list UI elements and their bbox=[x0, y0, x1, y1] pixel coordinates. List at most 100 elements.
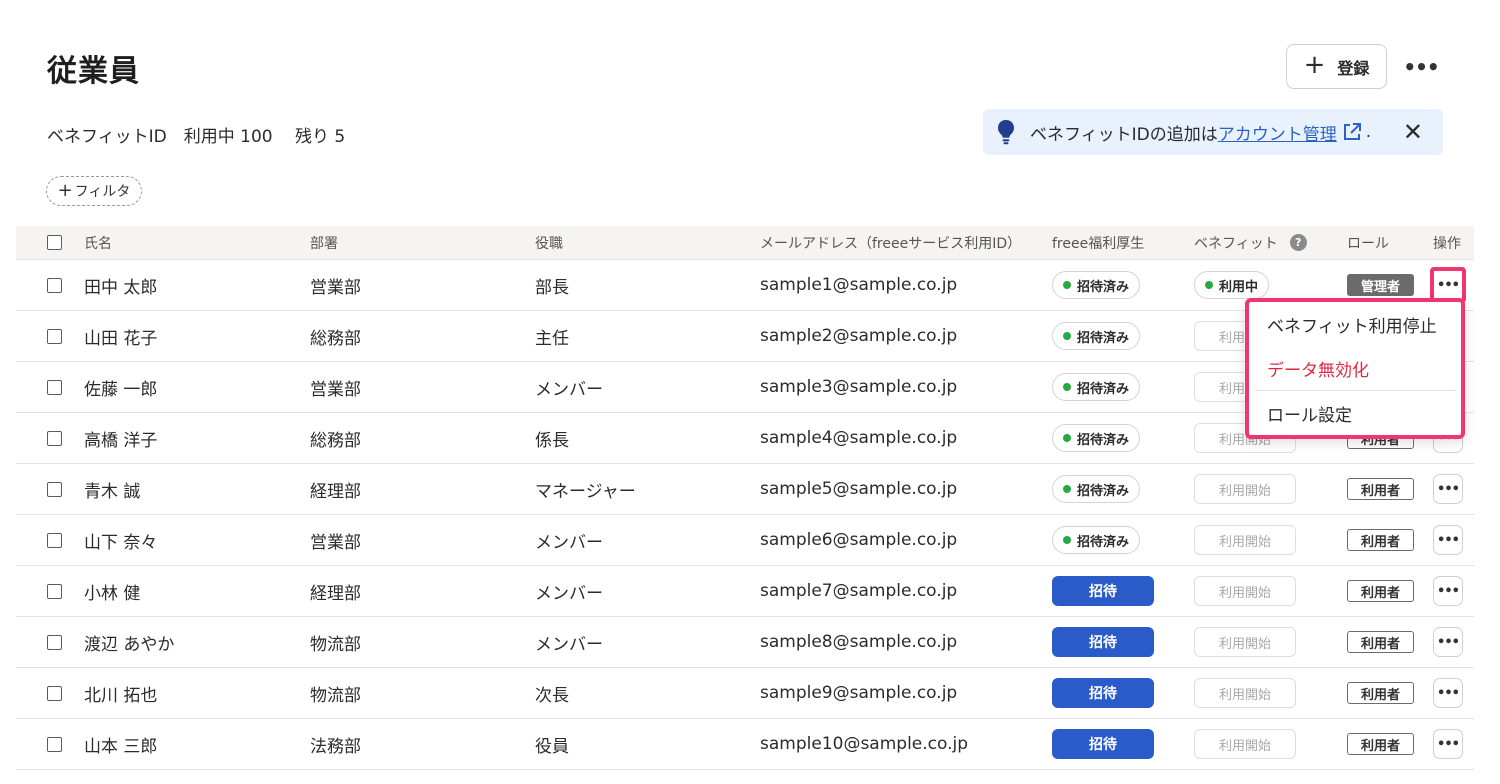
employee-dept: 営業部 bbox=[310, 277, 361, 298]
row-actions-button[interactable]: ••• bbox=[1433, 474, 1463, 504]
employee-name: 青木 誠 bbox=[84, 481, 141, 502]
account-management-link[interactable]: アカウント管理 bbox=[1218, 120, 1337, 145]
header-op: 操作 bbox=[1433, 235, 1461, 252]
status-dot-icon bbox=[1063, 332, 1071, 340]
select-all-checkbox[interactable] bbox=[47, 235, 62, 250]
header-benefit: ベネフィット ? bbox=[1194, 226, 1307, 259]
row-checkbox[interactable] bbox=[47, 379, 62, 395]
employee-name: 渡辺 あやか bbox=[84, 634, 175, 655]
row-checkbox[interactable] bbox=[47, 583, 62, 599]
employee-name: 山本 三郎 bbox=[84, 736, 158, 757]
employee-dept: 法務部 bbox=[310, 736, 361, 757]
menu-item-suspend-benefit[interactable]: ベネフィット利用停止 bbox=[1249, 302, 1461, 346]
row-checkbox[interactable] bbox=[47, 430, 62, 446]
table-header: 氏名 部署 役職 メールアドレス（freeeサービス利用ID） freee福利厚… bbox=[16, 226, 1474, 260]
start-benefit-button[interactable]: 利用開始 bbox=[1194, 678, 1296, 708]
role-badge: 管理者 bbox=[1347, 274, 1414, 296]
employee-dept: 物流部 bbox=[310, 634, 361, 655]
employee-dept: 総務部 bbox=[310, 430, 361, 451]
status-invited-label: 招待済み bbox=[1077, 330, 1130, 346]
ellipsis-icon: ••• bbox=[1437, 481, 1460, 497]
start-benefit-button[interactable]: 利用開始 bbox=[1194, 474, 1296, 504]
role-badge: 利用者 bbox=[1347, 478, 1414, 500]
employee-dept: 物流部 bbox=[310, 685, 361, 706]
table-row: 渡辺 あやか 物流部 メンバー sample8@sample.co.jp 招待 … bbox=[16, 617, 1474, 668]
employee-name: 北川 拓也 bbox=[84, 685, 158, 706]
status-invited-badge: 招待済み bbox=[1052, 271, 1141, 299]
invite-button[interactable]: 招待 bbox=[1052, 576, 1154, 606]
register-label: 登録 bbox=[1337, 58, 1370, 78]
row-actions-button[interactable]: ••• bbox=[1433, 576, 1463, 606]
status-invited-label: 招待済み bbox=[1077, 483, 1130, 499]
employee-name: 山下 奈々 bbox=[84, 532, 158, 553]
row-checkbox[interactable] bbox=[47, 685, 62, 701]
role-badge: 利用者 bbox=[1347, 580, 1414, 602]
row-checkbox[interactable] bbox=[47, 481, 62, 497]
employee-name: 山田 花子 bbox=[84, 328, 158, 349]
invite-button[interactable]: 招待 bbox=[1052, 627, 1154, 657]
header-dept: 部署 bbox=[310, 235, 338, 252]
page-title: 従業員 bbox=[47, 54, 140, 89]
role-badge: 利用者 bbox=[1347, 682, 1414, 704]
header-benefit-label: ベネフィット bbox=[1194, 235, 1278, 252]
row-actions-button[interactable]: ••• bbox=[1433, 678, 1463, 708]
plus-icon: + bbox=[1303, 50, 1326, 80]
employee-email: sample2@sample.co.jp bbox=[760, 326, 958, 346]
menu-item-disable-data[interactable]: データ無効化 bbox=[1249, 346, 1461, 390]
banner-period: . bbox=[1365, 122, 1372, 142]
invite-button[interactable]: 招待 bbox=[1052, 678, 1154, 708]
start-benefit-button[interactable]: 利用開始 bbox=[1194, 525, 1296, 555]
ellipsis-icon: ••• bbox=[1403, 55, 1439, 79]
table-row: 小林 健 経理部 メンバー sample7@sample.co.jp 招待 利用… bbox=[16, 566, 1474, 617]
employee-position: 役員 bbox=[535, 736, 569, 757]
row-actions-button[interactable]: ••• bbox=[1433, 729, 1463, 759]
start-benefit-button[interactable]: 利用開始 bbox=[1194, 729, 1296, 759]
role-badge: 利用者 bbox=[1347, 733, 1414, 755]
row-actions-menu: ベネフィット利用停止 データ無効化 ロール設定 bbox=[1245, 298, 1465, 439]
employee-name: 田中 太郎 bbox=[84, 277, 158, 298]
help-icon[interactable]: ? bbox=[1289, 234, 1307, 251]
employee-email: sample4@sample.co.jp bbox=[760, 428, 958, 448]
employee-dept: 営業部 bbox=[310, 532, 361, 553]
register-button[interactable]: + 登録 bbox=[1286, 44, 1387, 89]
header-name: 氏名 bbox=[84, 235, 112, 252]
more-options-button[interactable]: ••• bbox=[1403, 50, 1439, 84]
employee-email: sample10@sample.co.jp bbox=[760, 734, 969, 754]
row-actions-button[interactable]: ••• bbox=[1433, 627, 1463, 657]
ellipsis-icon: ••• bbox=[1437, 532, 1460, 548]
filter-label: フィルタ bbox=[74, 184, 131, 200]
employee-position: 次長 bbox=[535, 685, 569, 706]
start-benefit-button[interactable]: 利用開始 bbox=[1194, 576, 1296, 606]
row-checkbox[interactable] bbox=[47, 736, 62, 752]
table-row: 北川 拓也 物流部 次長 sample9@sample.co.jp 招待 利用開… bbox=[16, 668, 1474, 719]
ellipsis-icon: ••• bbox=[1437, 583, 1460, 599]
status-dot-icon bbox=[1205, 281, 1213, 289]
status-invited-label: 招待済み bbox=[1077, 279, 1130, 295]
menu-item-role-settings[interactable]: ロール設定 bbox=[1249, 391, 1461, 435]
employee-dept: 総務部 bbox=[310, 328, 361, 349]
banner-text: ベネフィットIDの追加は bbox=[1030, 124, 1218, 145]
start-benefit-button[interactable]: 利用開始 bbox=[1194, 627, 1296, 657]
row-checkbox[interactable] bbox=[47, 634, 62, 650]
employee-email: sample6@sample.co.jp bbox=[760, 530, 958, 550]
employee-position: メンバー bbox=[535, 583, 603, 604]
external-link-icon[interactable] bbox=[1342, 121, 1364, 143]
row-checkbox[interactable] bbox=[47, 277, 62, 293]
employee-name: 高橋 洋子 bbox=[84, 430, 158, 451]
row-checkbox[interactable] bbox=[47, 532, 62, 548]
status-dot-icon bbox=[1063, 383, 1071, 391]
employee-position: マネージャー bbox=[535, 481, 636, 502]
employee-email: sample1@sample.co.jp bbox=[760, 275, 958, 295]
header-position: 役職 bbox=[535, 235, 563, 252]
table-row: 山下 奈々 営業部 メンバー sample6@sample.co.jp 招待済み… bbox=[16, 515, 1474, 566]
header-freee: freee福利厚生 bbox=[1052, 235, 1145, 252]
invite-button[interactable]: 招待 bbox=[1052, 729, 1154, 759]
employee-name: 小林 健 bbox=[84, 583, 141, 604]
row-actions-button[interactable]: ••• bbox=[1433, 525, 1463, 555]
role-badge: 利用者 bbox=[1347, 631, 1414, 653]
add-filter-button[interactable]: + フィルタ bbox=[46, 176, 142, 206]
close-icon[interactable]: ✕ bbox=[1403, 118, 1423, 146]
status-invited-label: 招待済み bbox=[1077, 432, 1130, 448]
row-checkbox[interactable] bbox=[47, 328, 62, 344]
lightbulb-icon bbox=[996, 119, 1016, 145]
